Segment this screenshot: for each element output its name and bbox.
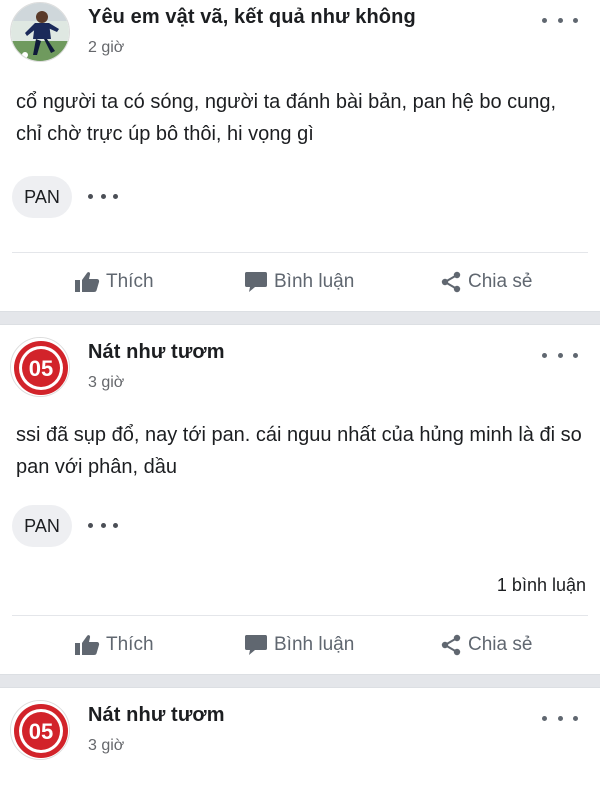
author-name[interactable]: Yêu em vật vã, kết quả như không [88,6,416,29]
comment-button[interactable]: Bình luận [244,253,354,311]
post-text: cổ người ta có sóng, người ta đánh bài b… [16,91,557,145]
more-options-button[interactable] [542,343,578,367]
author-name[interactable]: Nát như tươm [88,341,225,364]
comment-button[interactable]: Bình luận [244,616,354,674]
share-icon [441,634,461,656]
more-options-button[interactable] [542,706,578,730]
thumbs-up-icon [75,635,100,655]
tag-row: PAN [0,505,600,551]
post-separator [0,311,600,325]
tag-row: PAN [0,176,600,222]
post-actions: Thích Bình luận Chia sẻ [0,616,600,674]
comment-label: Bình luận [274,634,355,655]
comment-bubble-icon [245,635,267,655]
comment-label: Bình luận [274,271,355,292]
post-time[interactable]: 3 giờ [88,737,124,755]
more-options-button[interactable] [542,8,578,32]
tag-pill[interactable]: PAN [12,505,72,547]
more-dots-icon [542,352,547,358]
mainz-05-logo-icon: 05 [11,338,69,396]
like-label: Thích [106,271,154,292]
comment-bubble-icon [245,272,267,292]
more-dots-icon [542,17,547,23]
svg-text:05: 05 [29,719,53,744]
share-icon [441,271,461,293]
share-button[interactable]: Chia sẻ [440,253,532,311]
post-header: Yêu em vật vã, kết quả như không 2 giờ [0,2,600,66]
post-header: 05 Nát như tươm 3 giờ [0,337,600,401]
like-button[interactable]: Thích [74,253,154,311]
post-time[interactable]: 3 giờ [88,374,124,392]
avatar[interactable]: 05 [10,700,70,760]
svg-text:05: 05 [29,356,53,381]
like-button[interactable]: Thích [74,616,154,674]
news-feed: Yêu em vật vã, kết quả như không 2 giờ c… [0,0,600,800]
more-dots-icon [542,715,547,721]
like-label: Thích [106,634,154,655]
tag-more-button[interactable] [88,194,118,200]
post-actions: Thích Bình luận Chia sẻ [0,253,600,311]
comments-count[interactable]: 1 bình luận [0,563,600,607]
player-photo-icon [11,3,69,61]
tag-more-button[interactable] [88,523,118,529]
post-separator [0,674,600,688]
post-time[interactable]: 2 giờ [88,39,124,57]
post: Yêu em vật vã, kết quả như không 2 giờ c… [0,0,600,311]
post-header: 05 Nát như tươm 3 giờ [0,700,600,764]
post: 05 Nát như tươm 3 giờ ssi đã sụp đổ, nay… [0,325,600,674]
mainz-05-logo-icon: 05 [11,701,69,759]
post-text: ssi đã sụp đổ, nay tới pan. cái nguu nhấ… [16,424,582,478]
post: 05 Nát như tươm 3 giờ [0,688,600,764]
author-name[interactable]: Nát như tươm [88,704,225,727]
share-label: Chia sẻ [468,634,533,655]
thumbs-up-icon [75,272,100,292]
share-label: Chia sẻ [468,271,533,292]
avatar[interactable]: 05 [10,337,70,397]
tag-pill[interactable]: PAN [12,176,72,218]
avatar[interactable] [10,2,70,62]
share-button[interactable]: Chia sẻ [440,616,532,674]
